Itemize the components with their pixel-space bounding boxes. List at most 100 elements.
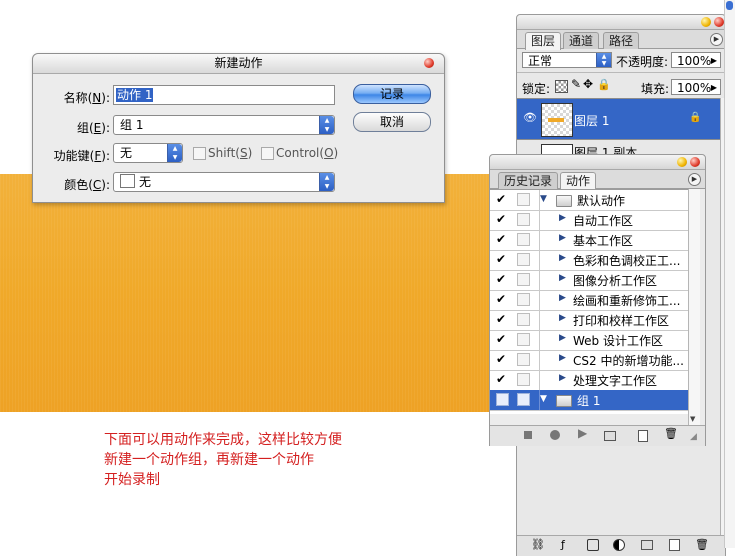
palette-menu-icon[interactable]: ▶ xyxy=(710,33,723,46)
collapsed-triangle-icon[interactable]: ▶ xyxy=(559,373,566,383)
shift-label: Shift(S) xyxy=(208,146,253,160)
collapsed-triangle-icon[interactable]: ▶ xyxy=(559,353,566,363)
action-toggle-check-icon[interactable]: ✔ xyxy=(496,233,509,246)
dialog-toggle-box[interactable] xyxy=(517,213,530,226)
record-icon[interactable] xyxy=(550,430,560,440)
collapsed-triangle-icon[interactable]: ▶ xyxy=(559,333,566,343)
actions-palette-titlebar[interactable] xyxy=(490,155,705,170)
layers-palette-titlebar[interactable] xyxy=(517,15,725,30)
collapsed-triangle-icon[interactable]: ▶ xyxy=(559,273,566,283)
action-row[interactable]: ✔ ▶ 绘画和重新修饰工... xyxy=(490,290,688,311)
layer-style-icon[interactable]: ƒ xyxy=(561,538,565,551)
lock-transparency-icon[interactable] xyxy=(555,80,568,93)
function-key-select[interactable]: 无 ▲ ▼ xyxy=(113,143,183,163)
stop-icon[interactable] xyxy=(524,431,532,439)
fill-field[interactable]: 100% ▶ xyxy=(671,79,721,95)
action-row[interactable]: ✔ ▶ 打印和校样工作区 xyxy=(490,310,688,331)
scroll-thumb-icon[interactable] xyxy=(726,1,733,10)
lock-all-icon[interactable]: 🔒 xyxy=(597,78,611,91)
action-toggle-check-icon[interactable]: ✔ xyxy=(496,333,509,346)
name-input[interactable]: 动作 1 xyxy=(113,85,335,105)
action-toggle-check-icon[interactable]: ✔ xyxy=(496,313,509,326)
dialog-toggle-box[interactable] xyxy=(517,353,530,366)
tab-actions[interactable]: 动作 xyxy=(560,172,597,190)
action-toggle-check-icon[interactable]: ✔ xyxy=(496,373,509,386)
adjustment-layer-icon[interactable] xyxy=(613,539,625,551)
actions-scrollbar[interactable]: ▼ xyxy=(688,189,700,425)
action-row[interactable]: ✔ ▶ 自动工作区 xyxy=(490,210,688,231)
action-toggle-check-icon[interactable]: ✔ xyxy=(496,193,509,206)
close-icon[interactable] xyxy=(690,157,700,167)
dialog-toggle-box[interactable] xyxy=(517,293,530,306)
link-layers-icon[interactable]: ⛓ xyxy=(531,538,545,551)
close-icon[interactable] xyxy=(714,17,724,27)
trash-icon[interactable]: 🗑 xyxy=(695,538,709,551)
lock-move-icon[interactable]: ✥ xyxy=(583,77,593,91)
opacity-field[interactable]: 100% ▶ xyxy=(671,52,721,68)
function-key-stepper-icon: ▲ ▼ xyxy=(167,144,182,162)
tab-history[interactable]: 历史记录 xyxy=(498,172,559,189)
trash-icon[interactable]: 🗑 xyxy=(664,427,678,440)
dialog-toggle-box[interactable] xyxy=(517,313,530,326)
collapsed-triangle-icon[interactable]: ▶ xyxy=(559,253,566,263)
action-toggle-check-icon[interactable]: ✔ xyxy=(496,213,509,226)
dialog-toggle-box[interactable] xyxy=(517,253,530,266)
new-layer-icon[interactable] xyxy=(669,539,680,551)
layer-mask-icon[interactable] xyxy=(587,539,599,551)
action-row[interactable]: ✔ ▶ 色彩和色调校正工... xyxy=(490,250,688,271)
control-checkbox[interactable] xyxy=(261,147,274,160)
collapsed-triangle-icon[interactable]: ▶ xyxy=(559,293,566,303)
action-set-label: 默认动作 xyxy=(577,194,626,208)
dialog-toggle-box[interactable] xyxy=(517,193,530,206)
action-row[interactable]: ✔ ▶ 图像分析工作区 xyxy=(490,270,688,291)
new-set-icon[interactable] xyxy=(604,431,616,441)
action-row[interactable]: ✔ ▶ 处理文字工作区 xyxy=(490,370,688,391)
tab-channels[interactable]: 通道 xyxy=(563,32,600,49)
scroll-down-icon[interactable]: ▼ xyxy=(690,415,695,423)
minimize-icon[interactable] xyxy=(701,17,711,27)
tab-layers[interactable]: 图层 xyxy=(525,32,562,50)
dialog-toggle-box[interactable] xyxy=(517,393,530,406)
dialog-toggle-box[interactable] xyxy=(517,373,530,386)
visibility-eye-icon[interactable]: 👁 xyxy=(523,111,537,124)
set-select[interactable]: 组 1 ▲ ▼ xyxy=(113,115,335,135)
layer-row[interactable]: 👁 图层 1 🔒 xyxy=(517,98,720,139)
resize-grip-icon[interactable]: ◢ xyxy=(690,432,697,442)
action-toggle-check-icon[interactable]: ✔ xyxy=(496,253,509,266)
set-stepper-icon: ▲ ▼ xyxy=(319,116,334,134)
action-toggle-check-icon[interactable]: ✔ xyxy=(496,353,509,366)
collapsed-triangle-icon[interactable]: ▶ xyxy=(559,233,566,243)
minimize-icon[interactable] xyxy=(677,157,687,167)
tab-paths[interactable]: 路径 xyxy=(603,32,640,49)
new-action-icon[interactable] xyxy=(638,430,648,442)
action-toggle-check-icon[interactable]: ✔ xyxy=(496,293,509,306)
expanded-triangle-icon[interactable]: ▼ xyxy=(540,394,547,404)
play-icon[interactable]: ▶ xyxy=(578,426,587,440)
dialog-toggle-box[interactable] xyxy=(517,273,530,286)
blend-mode-select[interactable]: 正常 ▲ ▼ xyxy=(522,52,612,68)
tree-cell: ▶ 处理文字工作区 xyxy=(539,370,689,390)
dialog-toggle-box[interactable] xyxy=(517,333,530,346)
dialog-toggle-box[interactable] xyxy=(517,233,530,246)
new-group-icon[interactable] xyxy=(641,540,653,550)
lock-brush-icon[interactable]: ✎ xyxy=(571,77,581,91)
collapsed-triangle-icon[interactable]: ▶ xyxy=(559,213,566,223)
expanded-triangle-icon[interactable]: ▼ xyxy=(540,194,547,204)
dialog-titlebar[interactable]: 新建动作 xyxy=(33,54,444,74)
action-row[interactable]: ✔ ▶ Web 设计工作区 xyxy=(490,330,688,351)
action-set-row-selected[interactable]: ▼ 组 1 xyxy=(490,390,688,411)
action-set-row[interactable]: ✔ ▼ 默认动作 xyxy=(490,190,688,211)
collapsed-triangle-icon[interactable]: ▶ xyxy=(559,313,566,323)
close-icon[interactable] xyxy=(424,58,434,68)
palette-menu-icon[interactable]: ▶ xyxy=(688,173,701,186)
action-row[interactable]: ✔ ▶ CS2 中的新增功能... xyxy=(490,350,688,371)
fill-arrow-icon: ▶ xyxy=(710,83,717,92)
action-toggle-check-icon[interactable]: ✔ xyxy=(496,273,509,286)
action-toggle-box[interactable] xyxy=(496,393,509,406)
shift-checkbox[interactable] xyxy=(193,147,206,160)
record-button[interactable]: 记录 xyxy=(353,84,431,104)
function-key-label: 功能键(F): xyxy=(53,149,110,163)
action-row[interactable]: ✔ ▶ 基本工作区 xyxy=(490,230,688,251)
cancel-button[interactable]: 取消 xyxy=(353,112,431,132)
color-select[interactable]: 无 ▲ ▼ xyxy=(113,172,335,192)
